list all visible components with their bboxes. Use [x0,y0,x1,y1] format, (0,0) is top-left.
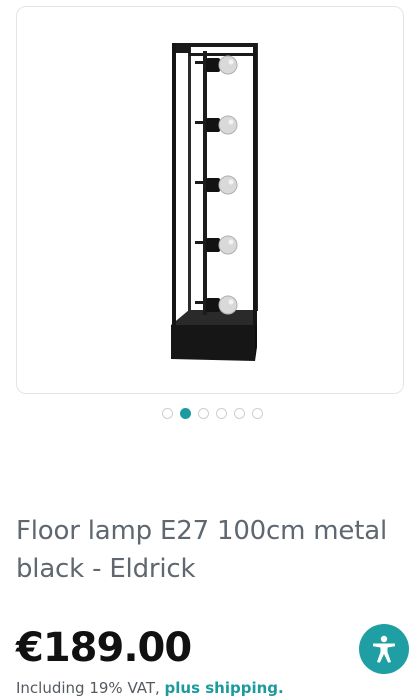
product-image[interactable] [17,7,404,394]
shipping-link[interactable]: plus shipping. [165,679,284,697]
vat-text: Including 19% VAT, [16,679,165,697]
product-price: €189.00 [16,625,192,671]
gallery-dot[interactable] [251,408,263,419]
accessibility-button[interactable] [359,624,409,674]
gallery-dot-active[interactable] [179,408,191,419]
gallery-dot[interactable] [161,408,173,419]
product-image-card[interactable] [16,6,404,394]
accessibility-icon [373,635,395,663]
gallery-dot[interactable] [233,408,245,419]
vat-note: Including 19% VAT, plus shipping. [16,677,284,699]
gallery-dot[interactable] [197,408,209,419]
gallery-dot[interactable] [215,408,227,419]
product-title: Floor lamp E27 100cm metal black - Eldri… [16,516,387,584]
gallery-pagination [2,408,420,422]
product-page: Floor lamp E27 100cm metal black - Eldri… [0,0,420,700]
